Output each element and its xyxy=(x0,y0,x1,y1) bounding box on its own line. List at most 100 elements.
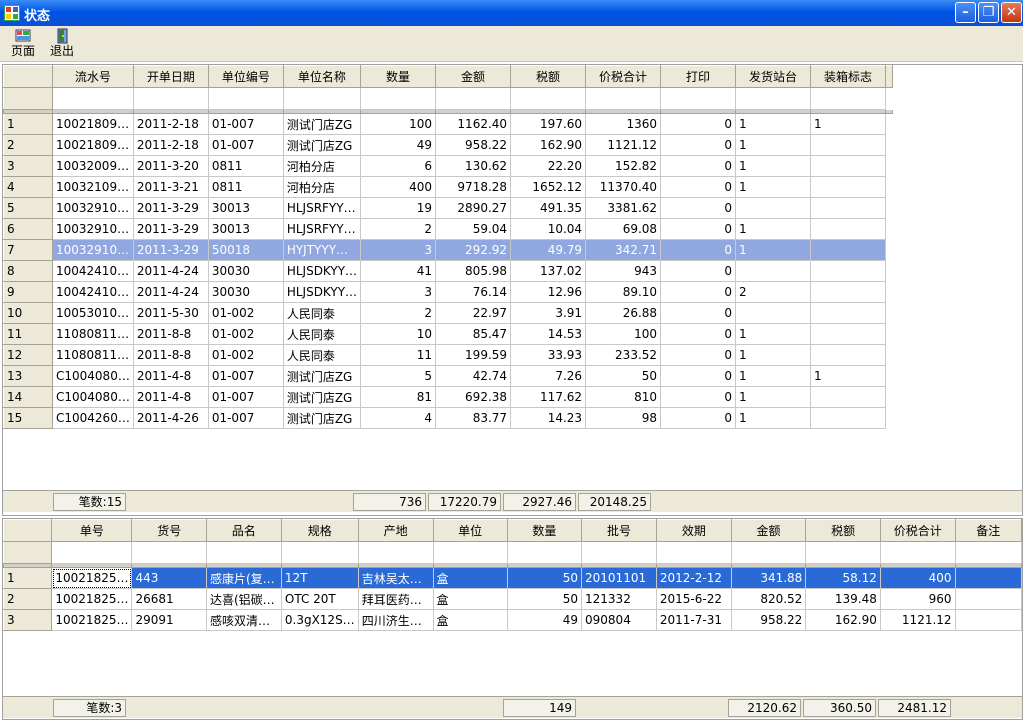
column-header[interactable]: 税额 xyxy=(510,65,587,88)
table-cell[interactable]: 958.22 xyxy=(730,609,807,631)
filter-cell[interactable] xyxy=(435,87,512,110)
table-cell[interactable]: 7.26 xyxy=(510,365,587,387)
table-cell[interactable]: 400 xyxy=(360,176,437,198)
table-cell[interactable]: 11 xyxy=(360,344,437,366)
table-cell[interactable]: 0 xyxy=(660,281,737,303)
table-cell[interactable]: 121332 xyxy=(581,588,657,610)
table-cell[interactable]: 3381.62 xyxy=(585,197,662,219)
column-header[interactable]: 数量 xyxy=(360,65,437,88)
table-cell[interactable]: 400 xyxy=(879,567,956,589)
table-cell[interactable]: 01-007 xyxy=(207,407,284,429)
table-cell[interactable]: 22.20 xyxy=(510,155,587,177)
table-cell[interactable]: 2011-4-8 xyxy=(132,386,209,408)
filter-cell[interactable] xyxy=(360,87,437,110)
table-cell[interactable]: 29091 xyxy=(131,609,207,631)
table-cell[interactable]: 盒 xyxy=(432,567,508,589)
table-cell[interactable]: 10032109… xyxy=(52,176,134,198)
table-cell[interactable]: 50 xyxy=(506,588,583,610)
table-cell[interactable]: 49.79 xyxy=(510,239,587,261)
table-cell[interactable] xyxy=(810,218,887,240)
page-button[interactable]: 页面 xyxy=(6,28,40,60)
table-cell[interactable]: 1 xyxy=(735,323,812,345)
table-cell[interactable]: 30030 xyxy=(207,260,284,282)
table-row[interactable]: 3 10021825… 29091 感咳双清… 0.3gX12S… 四川济生… 盒 49 090… xyxy=(3,609,1022,631)
table-cell[interactable]: 1 xyxy=(735,176,812,198)
column-header[interactable]: 开单日期 xyxy=(132,65,209,88)
table-cell[interactable]: 0 xyxy=(660,155,737,177)
table-cell[interactable]: 2011-5-30 xyxy=(132,302,209,324)
table-cell[interactable]: 2011-7-31 xyxy=(655,609,732,631)
table-cell[interactable]: 49 xyxy=(360,134,437,156)
table-cell[interactable] xyxy=(954,609,1022,631)
table-cell[interactable]: 12.96 xyxy=(510,281,587,303)
table-cell[interactable]: 10053010… xyxy=(52,302,134,324)
table-cell[interactable]: 11370.40 xyxy=(585,176,662,198)
table-cell[interactable]: 感咳双清… xyxy=(205,609,282,631)
table-cell[interactable]: 2011-4-24 xyxy=(132,281,209,303)
table-cell[interactable] xyxy=(735,197,812,219)
table-cell[interactable]: 01-002 xyxy=(207,302,284,324)
table-cell[interactable]: 100 xyxy=(360,113,437,135)
table-row[interactable]: 1 10021809… 2011-2-18 01-007 测试门店ZG 100 1162.4… xyxy=(3,113,894,135)
filter-cell[interactable] xyxy=(282,87,362,110)
table-cell[interactable]: 12T xyxy=(280,567,359,589)
minimize-button[interactable]: – xyxy=(955,2,976,23)
table-cell[interactable] xyxy=(810,344,887,366)
table-row[interactable]: 5 10032910… 2011-3-29 30013 HLJSRFYY… 19 2890.… xyxy=(3,197,894,219)
table-cell[interactable]: 01-007 xyxy=(207,365,284,387)
table-cell[interactable] xyxy=(810,134,887,156)
table-cell[interactable]: 3 xyxy=(360,281,437,303)
filter-cell[interactable] xyxy=(655,541,732,564)
table-row[interactable]: 9 10042410… 2011-4-24 30030 HLJSDKYY… 3 76.14 1… xyxy=(3,281,894,303)
column-header[interactable]: 价税合计 xyxy=(879,519,956,542)
filter-cell[interactable] xyxy=(730,541,807,564)
table-cell[interactable]: 42.74 xyxy=(435,365,512,387)
table-cell[interactable]: 1 xyxy=(735,344,812,366)
table-cell[interactable]: OTC 20T xyxy=(280,588,359,610)
filter-cell[interactable] xyxy=(205,541,282,564)
table-cell[interactable]: 0 xyxy=(660,134,737,156)
table-cell[interactable] xyxy=(810,386,887,408)
table-cell[interactable]: 9718.28 xyxy=(435,176,512,198)
column-header[interactable]: 规格 xyxy=(280,519,359,542)
table-cell[interactable]: 100 xyxy=(585,323,662,345)
table-cell[interactable]: HYJTYYY… xyxy=(282,239,362,261)
filter-cell[interactable] xyxy=(131,541,207,564)
table-cell[interactable]: 0 xyxy=(660,302,737,324)
table-cell[interactable]: 137.02 xyxy=(510,260,587,282)
table-cell[interactable]: 2015-6-22 xyxy=(655,588,732,610)
filter-cell[interactable] xyxy=(810,87,887,110)
table-cell[interactable]: 1 xyxy=(735,134,812,156)
filter-cell[interactable] xyxy=(660,87,737,110)
table-cell[interactable]: 30013 xyxy=(207,197,284,219)
table-cell[interactable]: 10021825… xyxy=(51,567,133,589)
table-cell[interactable]: 50 xyxy=(585,365,662,387)
table-cell[interactable]: 河柏分店 xyxy=(282,176,362,198)
table-cell[interactable]: HLJSRFYY… xyxy=(282,197,362,219)
table-cell[interactable]: 2890.27 xyxy=(435,197,512,219)
table-cell[interactable]: 41 xyxy=(360,260,437,282)
column-header[interactable]: 单位编号 xyxy=(207,65,284,88)
filter-cell[interactable] xyxy=(506,541,583,564)
column-header[interactable]: 货号 xyxy=(131,519,207,542)
filter-cell[interactable] xyxy=(357,541,434,564)
table-cell[interactable]: 10042410… xyxy=(52,260,134,282)
table-cell[interactable]: 01-002 xyxy=(207,344,284,366)
table-cell[interactable]: 2011-4-8 xyxy=(132,365,209,387)
table-cell[interactable]: 152.82 xyxy=(585,155,662,177)
table-cell[interactable]: 01-007 xyxy=(207,134,284,156)
column-header[interactable]: 金额 xyxy=(435,65,512,88)
table-cell[interactable]: 1360 xyxy=(585,113,662,135)
table-row[interactable]: 6 10032910… 2011-3-29 30013 HLJSRFYY… 2 59.04 1… xyxy=(3,218,894,240)
table-cell[interactable]: 人民同泰 xyxy=(282,344,362,366)
column-header[interactable]: 产地 xyxy=(357,519,434,542)
table-row[interactable]: 1 10021825… 443 感康片(复… 12T 吉林吴太… 盒 50 20101101 20… xyxy=(3,567,1022,589)
orders-grid[interactable]: 流水号 开单日期 单位编号 单位名称 数量 金额 税额 价税合计 打印 发货站台 装箱标志 1 100… xyxy=(2,64,1023,516)
table-cell[interactable]: 10.04 xyxy=(510,218,587,240)
table-cell[interactable]: 11080811… xyxy=(52,344,134,366)
column-header[interactable]: 批号 xyxy=(581,519,657,542)
table-cell[interactable]: 0811 xyxy=(207,176,284,198)
column-header[interactable]: 装箱标志 xyxy=(810,65,887,88)
filter-cell[interactable] xyxy=(735,87,812,110)
table-cell[interactable]: 10032910… xyxy=(52,239,134,261)
